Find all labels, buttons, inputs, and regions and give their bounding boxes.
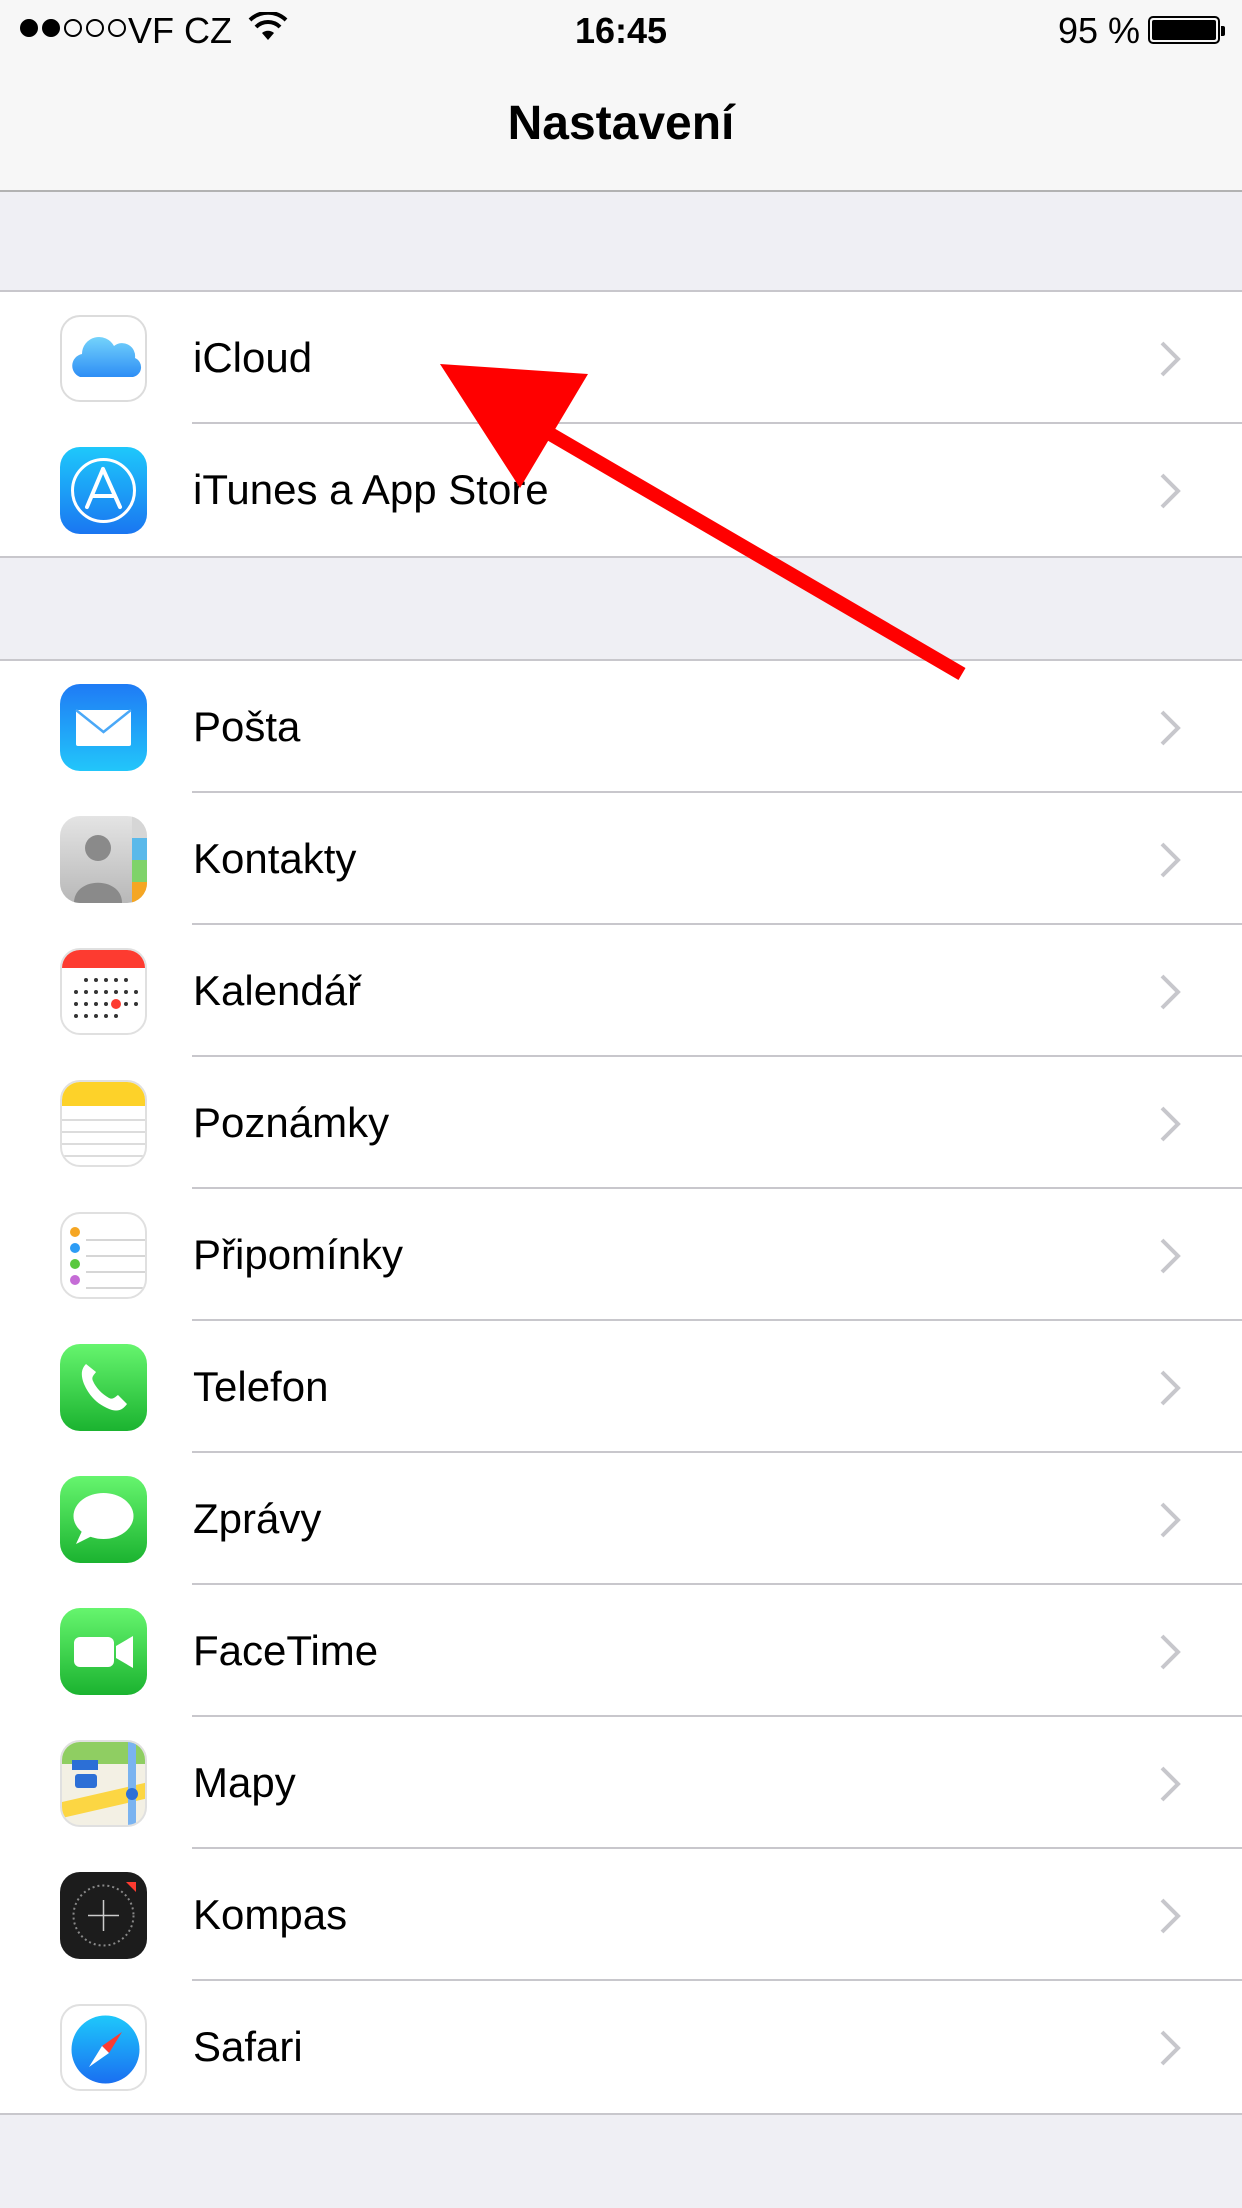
settings-row-label: Kontakty — [193, 835, 357, 882]
chevron-right-icon — [1160, 1370, 1181, 1406]
battery-icon — [1148, 16, 1225, 44]
chevron-right-icon — [1160, 1766, 1181, 1802]
chevron-right-icon — [1160, 1634, 1181, 1670]
notes-icon — [60, 1080, 147, 1167]
settings-row-maps[interactable]: Mapy — [0, 1717, 1242, 1849]
settings-row-phone[interactable]: Telefon — [0, 1321, 1242, 1453]
settings-row-reminders[interactable]: Připomínky — [0, 1189, 1242, 1321]
clock: 16:45 — [574, 10, 668, 51]
settings-row-notes[interactable]: Poznámky — [0, 1057, 1242, 1189]
chevron-right-icon — [1160, 2030, 1181, 2066]
facetime-icon — [60, 1608, 147, 1695]
chevron-right-icon — [1160, 341, 1181, 377]
messages-icon — [60, 1476, 147, 1563]
status-bar: VF CZ 16:45 95 % — [0, 0, 1242, 60]
navigation-bar: VF CZ 16:45 95 % Nastavení — [0, 0, 1242, 192]
settings-row-label: Kalendář — [193, 967, 362, 1014]
settings-group-apps: Pošta Kontakty Kalendář Poznámky Připomí… — [0, 659, 1242, 2115]
chevron-right-icon — [1160, 842, 1181, 878]
maps-icon — [60, 1740, 147, 1827]
chevron-right-icon — [1160, 1502, 1181, 1538]
settings-row-label: Mapy — [193, 1759, 296, 1806]
chevron-right-icon — [1160, 473, 1181, 509]
settings-row-label: iTunes a App Store — [193, 466, 549, 513]
settings-row-label: Zprávy — [193, 1495, 322, 1542]
phone-icon — [60, 1344, 147, 1431]
settings-row-facetime[interactable]: FaceTime — [0, 1585, 1242, 1717]
chevron-right-icon — [1160, 1898, 1181, 1934]
contacts-icon — [60, 816, 147, 903]
settings-row-label: FaceTime — [193, 1627, 379, 1674]
settings-row-contacts[interactable]: Kontakty — [0, 793, 1242, 925]
reminders-icon — [60, 1212, 147, 1299]
settings-row-safari[interactable]: Safari — [0, 1981, 1242, 2113]
chevron-right-icon — [1160, 1106, 1181, 1142]
settings-row-compass[interactable]: Kompas — [0, 1849, 1242, 1981]
settings-row-label: Telefon — [193, 1363, 329, 1410]
icloud-icon — [60, 315, 147, 402]
settings-row-label: Pošta — [193, 703, 301, 750]
calendar-icon — [60, 948, 147, 1035]
mail-icon — [60, 684, 147, 771]
settings-row-label: iCloud — [193, 334, 313, 381]
settings-row-icloud[interactable]: iCloud — [0, 292, 1242, 424]
settings-row-label: Poznámky — [193, 1099, 390, 1146]
settings-row-mail[interactable]: Pošta — [0, 661, 1242, 793]
battery-percentage: 95 % — [1057, 10, 1140, 51]
chevron-right-icon — [1160, 974, 1181, 1010]
safari-icon — [60, 2004, 147, 2091]
settings-group-accounts: iCloud iTunes a App Store — [0, 290, 1242, 558]
settings-row-calendar[interactable]: Kalendář — [0, 925, 1242, 1057]
page-title: Nastavení — [507, 97, 735, 150]
settings-row-label: Připomínky — [193, 1231, 404, 1278]
settings-row-label: Safari — [193, 2023, 303, 2070]
settings-row-itunes-app-store[interactable]: iTunes a App Store — [0, 424, 1242, 556]
settings-row-label: Kompas — [193, 1891, 348, 1938]
app-store-icon — [60, 447, 147, 534]
compass-icon — [60, 1872, 147, 1959]
chevron-right-icon — [1160, 710, 1181, 746]
chevron-right-icon — [1160, 1238, 1181, 1274]
settings-row-messages[interactable]: Zprávy — [0, 1453, 1242, 1585]
